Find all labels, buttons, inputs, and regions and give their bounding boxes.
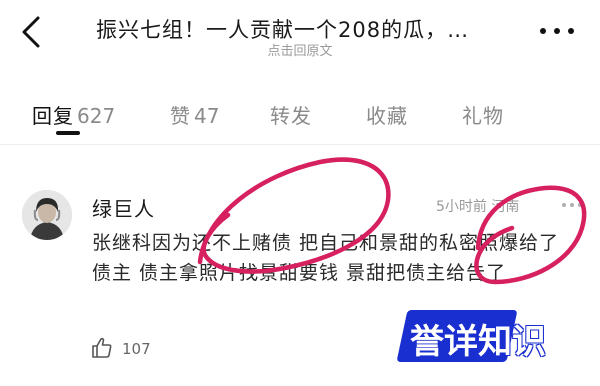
watermark-logo: 誉详知识 bbox=[396, 306, 582, 368]
like-count: 107 bbox=[122, 340, 151, 358]
top-bar: 振兴七组！一人贡献一个208的瓜，… 点击回原文 bbox=[0, 0, 600, 62]
view-original-link[interactable]: 点击回原文 bbox=[0, 40, 600, 59]
active-tab-indicator bbox=[56, 131, 80, 135]
tab-gifts[interactable]: 礼物 bbox=[462, 100, 504, 129]
watermark-text: 誉详知识 bbox=[410, 322, 546, 362]
divider bbox=[0, 144, 600, 145]
thumbs-up-icon bbox=[92, 337, 112, 358]
comment-more-icon[interactable] bbox=[560, 203, 584, 211]
tab-favorites[interactable]: 收藏 bbox=[366, 100, 408, 129]
tab-replies[interactable]: 回复 627 bbox=[32, 100, 115, 129]
comment-username[interactable]: 绿巨人 bbox=[92, 193, 155, 222]
more-options-icon[interactable] bbox=[538, 22, 578, 42]
avatar[interactable] bbox=[22, 190, 72, 240]
tab-reposts[interactable]: 转发 bbox=[270, 100, 312, 129]
comment-text: 张继科因为还不上赌债 把自己和景甜的私密照爆给了债主 债主拿照片找景甜要钱 景甜… bbox=[92, 232, 560, 284]
comment-timestamp-location: 5小时前 河南 bbox=[436, 199, 520, 215]
tab-likes[interactable]: 赞 47 bbox=[170, 100, 219, 129]
tab-bar: 回复 627 赞 47 转发 收藏 礼物 bbox=[0, 100, 600, 144]
